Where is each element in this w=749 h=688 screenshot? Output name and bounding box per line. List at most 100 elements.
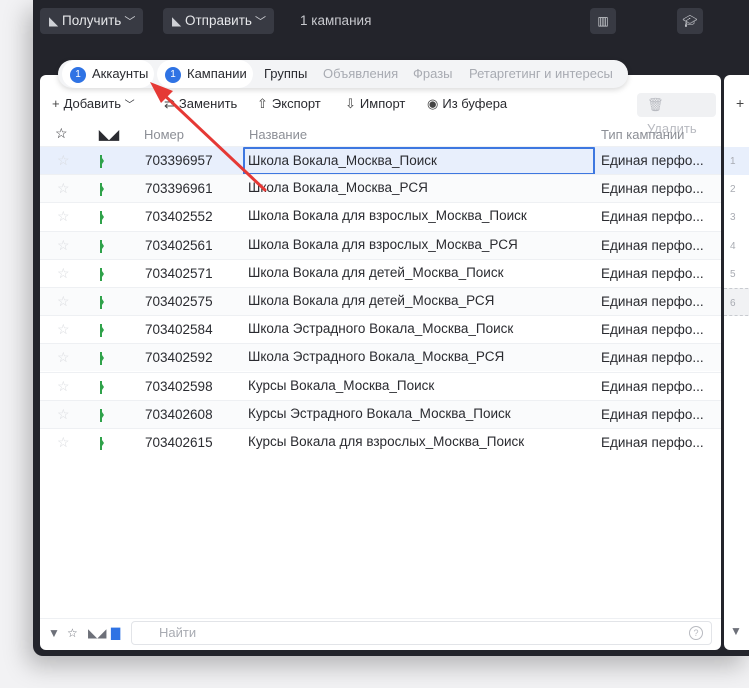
- table-row[interactable]: ☆ 703396957 Школа Вокала_Москва_Поиск Едина…: [40, 146, 721, 175]
- cell-name-text: Школа Вокала для детей_Москва_РСЯ: [248, 293, 495, 308]
- cell-type: Единая перфо...: [601, 153, 704, 168]
- side-row[interactable]: 5: [724, 260, 749, 288]
- replace-icon: ⇄: [164, 96, 175, 111]
- help-icon[interactable]: ?: [689, 626, 703, 640]
- cell-number: 703402561: [145, 237, 213, 253]
- status-flag-icon: [100, 296, 104, 309]
- cell-name[interactable]: Курсы Вокала_Москва_Поиск: [243, 373, 595, 401]
- table-row[interactable]: ☆ 703402552 Школа Вокала для взрослых_Моск…: [40, 202, 721, 230]
- cell-name[interactable]: Школа Вокала_Москва_Поиск: [243, 147, 595, 175]
- table-footer: ▼ ☆ ◣◢ ▇ Найти ?: [40, 618, 721, 646]
- cell-type: Единая перфо...: [601, 294, 704, 309]
- side-row[interactable]: 1: [724, 147, 749, 175]
- tab-phrases[interactable]: Фразы: [413, 60, 453, 88]
- tab-groups[interactable]: Группы: [264, 60, 307, 88]
- column-type[interactable]: Тип кампании: [601, 127, 684, 142]
- tab-ads[interactable]: Объявления: [323, 60, 398, 88]
- import-button[interactable]: ⇩ Импорт: [345, 96, 405, 112]
- tab-campaigns-badge: 1: [165, 67, 181, 83]
- table-row[interactable]: ☆ 703402571 Школа Вокала для детей_Москва_…: [40, 258, 721, 288]
- table-row[interactable]: ☆ 703402575 Школа Вокала для детей_Москва_…: [40, 287, 721, 315]
- status-column-icon[interactable]: ◣◢: [99, 127, 119, 143]
- cell-name[interactable]: Курсы Эстрадного Вокала_Москва_Поиск: [243, 401, 595, 429]
- delete-button[interactable]: 🗑︎Удалить: [637, 93, 716, 136]
- cell-name-text: Школа Вокала для взрослых_Москва_РСЯ: [248, 236, 518, 252]
- add-button[interactable]: + Добавить ﹀: [52, 96, 135, 111]
- table-row[interactable]: ☆ 703396961 Школа Вокала_Москва_РСЯ Единая …: [40, 174, 721, 203]
- side-row[interactable]: 3: [724, 203, 749, 231]
- table-row[interactable]: ☆ 703402598 Курсы Вокала_Москва_Поиск Едина…: [40, 371, 721, 401]
- side-panel: + 1 2 3 4 5 6 ▼: [724, 75, 749, 650]
- calculator-icon[interactable]: ▥: [590, 8, 616, 34]
- table-row[interactable]: ☆ 703402615 Курсы Вокала для взрослых_Моск…: [40, 428, 721, 456]
- graduation-cap-icon[interactable]: 🎓︎: [677, 8, 703, 34]
- favorite-star-icon[interactable]: ☆: [57, 293, 70, 310]
- favorite-star-icon[interactable]: ☆: [57, 152, 70, 169]
- cell-number: 703402552: [145, 209, 213, 225]
- favorite-star-icon[interactable]: ☆: [57, 265, 70, 282]
- table-row[interactable]: ☆ 703402561 Школа Вокала для взрослых_Моск…: [40, 230, 721, 260]
- favorite-star-icon[interactable]: ☆: [57, 434, 70, 451]
- status-flag-icon: [100, 352, 104, 366]
- filter-icon[interactable]: ▼: [48, 626, 60, 640]
- tab-retargeting[interactable]: Ретаргетинг и интересы: [469, 60, 613, 88]
- table-row[interactable]: ☆ 703402584 Школа Эстрадного Вокала_Москва…: [40, 315, 721, 343]
- replace-button[interactable]: ⇄ Заменить: [164, 96, 237, 112]
- cell-number: 703402575: [145, 294, 213, 309]
- cell-number: 703396957: [145, 153, 213, 168]
- table-row[interactable]: ☆ 703402608 Курсы Эстрадного Вокала_Москва…: [40, 399, 721, 429]
- cell-name[interactable]: Курсы Вокала для взрослых_Москва_Поиск: [243, 429, 595, 457]
- cell-name[interactable]: Школа Вокала для взрослых_Москва_РСЯ: [243, 232, 595, 260]
- status-filter-icon[interactable]: ◣◢: [88, 626, 106, 640]
- cell-name[interactable]: Школа Вокала_Москва_РСЯ: [243, 175, 595, 203]
- favorite-star-icon[interactable]: ☆: [57, 180, 70, 197]
- tab-accounts-label: Аккаунты: [92, 66, 149, 81]
- cell-name[interactable]: Школа Вокала для детей_Москва_РСЯ: [243, 288, 595, 316]
- get-button[interactable]: ◣ Получить ﹀: [40, 8, 144, 34]
- app-window: ◣ Получить ﹀ ◣ Отправить ﹀ 1 кампания ▥ 🎓︎…: [33, 0, 749, 656]
- replace-button-label: Заменить: [178, 96, 238, 111]
- cell-type: Единая перфо...: [601, 406, 704, 422]
- side-row[interactable]: 4: [724, 232, 749, 260]
- favorite-star-icon[interactable]: ☆: [57, 378, 70, 395]
- cell-name[interactable]: Школа Эстрадного Вокала_Москва_РСЯ: [243, 344, 595, 372]
- export-button[interactable]: ⇧ Экспорт: [257, 96, 321, 112]
- cell-type: Единая перфо...: [601, 350, 704, 366]
- favorite-star-icon[interactable]: ☆: [57, 349, 70, 366]
- side-row[interactable]: 6: [724, 288, 749, 316]
- database-icon[interactable]: ▇: [111, 626, 120, 640]
- tab-campaigns[interactable]: 1 Кампании: [157, 60, 253, 88]
- tab-accounts[interactable]: 1 Аккаунты: [62, 60, 154, 88]
- favorite-star-icon[interactable]: ☆: [57, 321, 70, 338]
- cell-name-text: Школа Эстрадного Вокала_Москва_РСЯ: [248, 349, 505, 365]
- import-button-label: Импорт: [359, 96, 406, 111]
- cell-name-text: Школа Вокала для взрослых_Москва_Поиск: [248, 208, 527, 224]
- download-icon: ⇩: [345, 96, 356, 111]
- chevron-down-icon: ﹀: [124, 16, 136, 28]
- send-button[interactable]: ◣ Отправить ﹀: [163, 8, 274, 34]
- tab-groups-label: Группы: [264, 66, 308, 81]
- favorite-star-icon[interactable]: ☆: [57, 406, 70, 423]
- cell-name[interactable]: Школа Вокала для взрослых_Москва_Поиск: [243, 203, 595, 231]
- export-button-label: Экспорт: [271, 96, 321, 111]
- side-row[interactable]: 2: [724, 175, 749, 203]
- add-button-label: Добавить: [63, 96, 122, 111]
- side-filter-icon[interactable]: ▼: [730, 624, 742, 638]
- table-row[interactable]: ☆ 703402592 Школа Эстрадного Вокала_Москва…: [40, 343, 721, 372]
- status-flag-icon: [100, 408, 104, 422]
- favorite-star-icon[interactable]: ☆: [57, 208, 70, 225]
- tab-accounts-badge: 1: [70, 67, 86, 83]
- side-add-icon[interactable]: +: [736, 95, 744, 111]
- paste-from-buffer-button[interactable]: ◉ Из буфера: [427, 96, 507, 112]
- column-name[interactable]: Название: [249, 127, 307, 142]
- plus-icon: +: [52, 96, 60, 111]
- search-placeholder: Найти: [159, 625, 197, 640]
- cell-name[interactable]: Школа Вокала для детей_Москва_Поиск: [243, 260, 595, 288]
- star-filter-icon[interactable]: ☆: [67, 626, 78, 640]
- cell-name[interactable]: Школа Эстрадного Вокала_Москва_Поиск: [243, 316, 595, 344]
- campaign-count: 1 кампания: [300, 13, 372, 28]
- favorite-star-icon[interactable]: ☆: [57, 237, 70, 254]
- star-column-icon[interactable]: ☆: [55, 125, 68, 142]
- search-input[interactable]: Найти ?: [131, 621, 712, 645]
- column-number[interactable]: Номер: [144, 127, 184, 142]
